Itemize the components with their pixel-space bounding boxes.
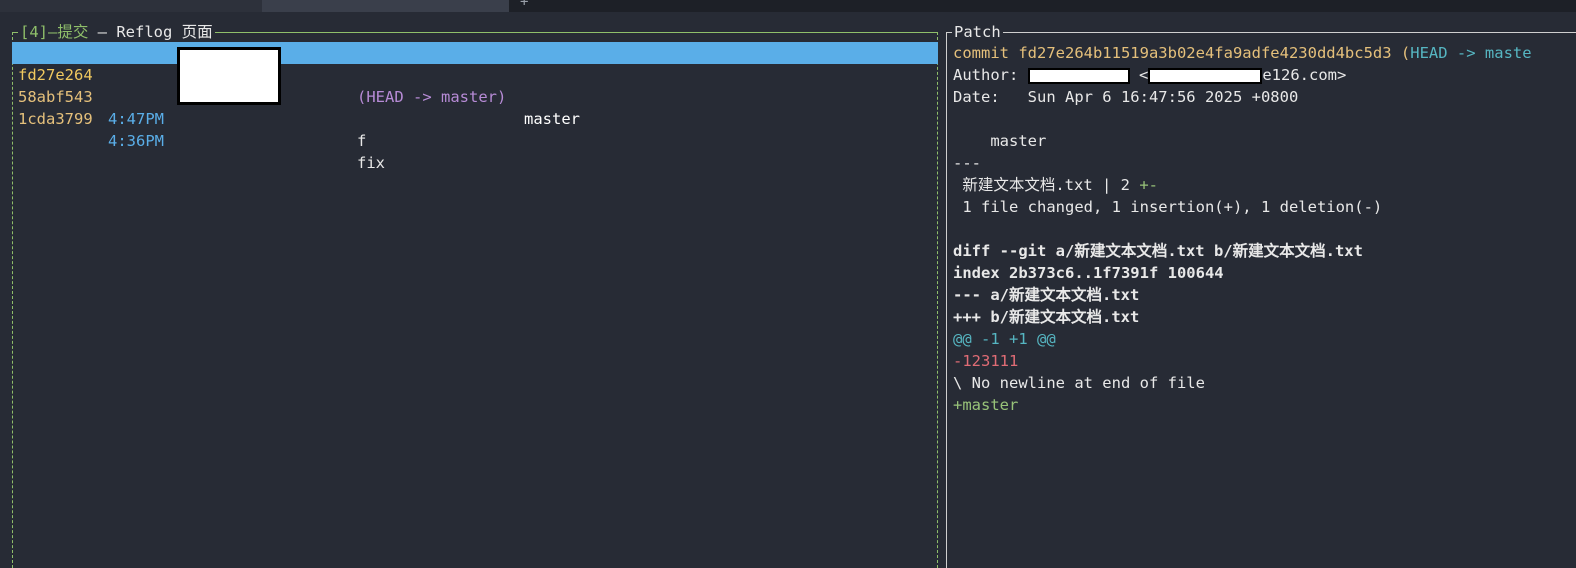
patch-panel[interactable]: Patch commit fd27e264b11519a3b02e4fa9adf… bbox=[946, 22, 1576, 568]
commit-message: f bbox=[357, 132, 367, 150]
redacted-author-name bbox=[1027, 67, 1130, 84]
commits-panel-border-right bbox=[937, 32, 938, 568]
commit-time: 4:47PM bbox=[108, 110, 164, 128]
reflog-row[interactable]: 1cda3799 4:36PM fix bbox=[18, 86, 934, 172]
patch-panel-border-top bbox=[946, 32, 1576, 33]
author-email-suffix: e126.com> bbox=[1262, 66, 1347, 84]
diffstat-file-line: 新建文本文档.txt | 2 +- bbox=[953, 174, 1576, 196]
added-line: +master bbox=[953, 396, 1019, 414]
date-line: Date: Sun Apr 6 16:47:56 2025 +0800 bbox=[953, 88, 1299, 106]
hunk-header-line: @@ -1 +1 @@ bbox=[953, 330, 1056, 348]
commits-tab-label[interactable]: [4]–提交 bbox=[20, 23, 88, 41]
reflog-row-selected[interactable]: fd27e264 (HEAD -> master) master bbox=[12, 42, 938, 128]
diffstat-file: 新建文本文档.txt | 2 bbox=[953, 176, 1140, 194]
author-line: Author: < e126.com> bbox=[953, 64, 1576, 86]
commit-line: commit fd27e264b11519a3b02e4fa9adfe4230d… bbox=[953, 42, 1576, 64]
plus-file-line: +++ b/新建文本文档.txt bbox=[953, 308, 1140, 326]
removed-line: -123111 bbox=[953, 352, 1019, 370]
reflog-row[interactable]: 58abf543 4:47PM f bbox=[18, 64, 934, 150]
index-line: index 2b373c6..1f7391f 100644 bbox=[953, 264, 1224, 282]
reflog-view-label: – Reflog 页面 bbox=[88, 23, 213, 41]
commit-hash: 1cda3799 bbox=[18, 110, 93, 128]
commit-time: 4:36PM bbox=[108, 132, 164, 150]
patch-content[interactable]: commit fd27e264b11519a3b02e4fa9adfe4230d… bbox=[953, 42, 1576, 416]
author-label: Author: bbox=[953, 66, 1028, 84]
no-newline-line: \ No newline at end of file bbox=[953, 374, 1205, 392]
commits-panel-border-left bbox=[12, 32, 13, 568]
head-ref-text: HEAD -> maste bbox=[1410, 44, 1532, 62]
commits-panel-title[interactable]: [4]–提交 – Reflog 页面 bbox=[18, 22, 215, 42]
terminal-tab-1[interactable] bbox=[0, 0, 263, 12]
terminal-tab-2[interactable] bbox=[262, 0, 509, 12]
redacted-author-email bbox=[1148, 67, 1263, 84]
reflog-list[interactable]: fd27e264 (HEAD -> master) master 58abf54… bbox=[12, 42, 938, 172]
separator-line: --- bbox=[953, 154, 981, 172]
commits-panel[interactable]: [4]–提交 – Reflog 页面 fd27e264 (HEAD -> mas… bbox=[12, 22, 938, 568]
patch-panel-border-left bbox=[946, 32, 947, 568]
new-tab-button[interactable]: + bbox=[520, 0, 528, 10]
author-email-open: < bbox=[1129, 66, 1149, 84]
diffstat-summary-line: 1 file changed, 1 insertion(+), 1 deleti… bbox=[953, 198, 1383, 216]
commit-message: fix bbox=[357, 154, 385, 172]
minus-file-line: --- a/新建文本文档.txt bbox=[953, 286, 1140, 304]
commit-message: master bbox=[524, 110, 580, 128]
patch-panel-title: Patch bbox=[952, 22, 1003, 42]
commit-sha-text: commit fd27e264b11519a3b02e4fa9adfe4230d… bbox=[953, 44, 1411, 62]
diff-header-line: diff --git a/新建文本文档.txt b/新建文本文档.txt bbox=[953, 242, 1363, 260]
redacted-author-box bbox=[177, 47, 281, 105]
commit-message-line: master bbox=[953, 132, 1047, 150]
diffstat-marks: +- bbox=[1139, 176, 1158, 194]
browser-tab-bar: + bbox=[0, 0, 1576, 12]
